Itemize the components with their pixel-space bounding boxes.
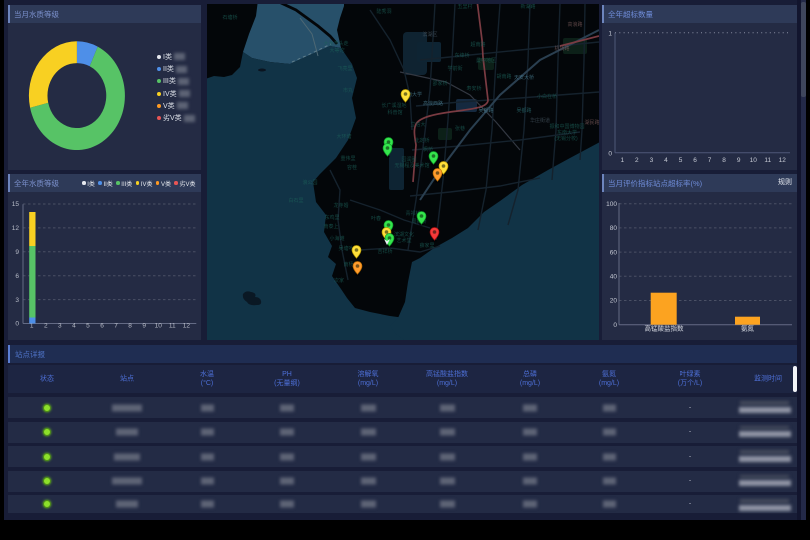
svg-text:11: 11 <box>169 323 176 330</box>
svg-text:12: 12 <box>12 225 20 232</box>
svg-text:1: 1 <box>30 323 34 330</box>
svg-text:3: 3 <box>58 323 62 330</box>
svg-text:吴都路: 吴都路 <box>516 107 531 114</box>
svg-text:艺术堂: 艺术堂 <box>396 237 411 244</box>
svg-text:20: 20 <box>610 298 618 305</box>
svg-text:7: 7 <box>114 323 118 330</box>
svg-text:2: 2 <box>635 157 639 164</box>
svg-text:天安大桥: 天安大桥 <box>514 74 534 81</box>
svg-text:10: 10 <box>750 157 758 164</box>
svg-text:胡南路: 胡南路 <box>496 73 511 80</box>
svg-text:3: 3 <box>15 297 19 304</box>
svg-text:高浪路: 高浪路 <box>567 21 582 28</box>
svg-text:5: 5 <box>679 157 683 164</box>
svg-text:0: 0 <box>613 322 617 329</box>
svg-text:80: 80 <box>610 225 618 232</box>
svg-text:薛家里: 薛家里 <box>419 242 434 249</box>
svg-text:100: 100 <box>606 201 617 208</box>
svg-text:龙寺婚: 龙寺婚 <box>333 202 348 209</box>
svg-text:华庄街道: 华庄街道 <box>530 117 550 124</box>
svg-text:东绛桥: 东绛桥 <box>454 52 469 59</box>
svg-text:吴都路: 吴都路 <box>478 107 493 114</box>
svg-text:9: 9 <box>142 323 146 330</box>
svg-text:机场路: 机场路 <box>554 45 569 52</box>
svg-text:叶春: 叶春 <box>371 215 381 222</box>
svg-text:大渔湾头走: 大渔湾头走 <box>323 40 348 47</box>
svg-text:超南路: 超南路 <box>470 41 485 48</box>
svg-text:渔港路: 渔港路 <box>299 4 314 5</box>
svg-text:东南大学: 东南大学 <box>557 129 577 136</box>
svg-text:滨湖区: 滨湖区 <box>422 31 437 38</box>
svg-text:石塘桥: 石塘桥 <box>222 14 237 21</box>
svg-text:(无锡分校): (无锡分校) <box>554 135 578 142</box>
svg-text:北定桥: 北定桥 <box>414 137 429 144</box>
svg-text:1: 1 <box>608 31 612 38</box>
svg-text:0: 0 <box>608 151 612 158</box>
svg-text:园润圈: 园润圈 <box>401 156 416 163</box>
svg-text:小海滩: 小海滩 <box>329 235 344 242</box>
svg-text:5: 5 <box>86 323 90 330</box>
svg-text:0: 0 <box>15 321 19 328</box>
svg-text:6: 6 <box>15 273 19 280</box>
svg-text:白石里: 白石里 <box>288 197 303 204</box>
svg-text:振和中国博物园: 振和中国博物园 <box>549 123 584 130</box>
svg-text:40: 40 <box>610 274 618 281</box>
svg-text:小白在桥: 小白在桥 <box>537 93 557 100</box>
svg-text:7: 7 <box>708 157 712 164</box>
svg-text:科普馆: 科普馆 <box>387 109 402 116</box>
svg-text:吉祥桥: 吉祥桥 <box>377 248 392 255</box>
svg-text:6: 6 <box>100 323 104 330</box>
svg-text:9: 9 <box>737 157 741 164</box>
svg-text:飞亮里: 飞亮里 <box>337 65 352 72</box>
svg-text:12: 12 <box>779 157 787 164</box>
svg-text:曼中地区: 曼中地区 <box>476 57 496 64</box>
svg-text:高浪西路: 高浪西路 <box>423 100 443 107</box>
svg-text:张巷: 张巷 <box>455 125 465 132</box>
svg-text:11: 11 <box>764 157 771 164</box>
svg-text:6: 6 <box>693 157 697 164</box>
svg-text:4: 4 <box>72 323 76 330</box>
svg-text:浪公园: 浪公园 <box>302 179 317 186</box>
svg-text:大环塘: 大环塘 <box>336 133 351 140</box>
svg-text:1: 1 <box>620 157 624 164</box>
svg-text:市丸: 市丸 <box>343 87 353 94</box>
svg-text:寿安桥: 寿安桥 <box>466 85 481 92</box>
svg-text:12: 12 <box>183 323 191 330</box>
svg-text:立信大: 立信大 <box>410 121 425 128</box>
svg-text:新湖路: 新湖路 <box>520 4 535 10</box>
svg-text:五里村: 五里村 <box>457 4 472 10</box>
svg-text:8: 8 <box>722 157 726 164</box>
svg-text:8: 8 <box>128 323 132 330</box>
svg-text:邵家桥: 邵家桥 <box>432 80 447 87</box>
svg-text:60: 60 <box>610 249 618 256</box>
svg-text:陆秀洞: 陆秀洞 <box>376 8 391 15</box>
svg-text:15: 15 <box>12 201 20 208</box>
svg-text:重伟里: 重伟里 <box>340 155 355 162</box>
svg-text:学前街: 学前街 <box>447 65 462 72</box>
svg-text:大等沱: 大等沱 <box>329 47 344 54</box>
svg-text:4: 4 <box>664 157 668 164</box>
svg-text:南泰上: 南泰上 <box>323 223 338 230</box>
svg-text:2: 2 <box>44 323 48 330</box>
svg-text:无锡程及美术馆: 无锡程及美术馆 <box>394 162 429 169</box>
svg-text:氨氮: 氨氮 <box>741 324 755 333</box>
svg-text:高锰酸盐指数: 高锰酸盐指数 <box>645 324 685 333</box>
svg-text:容茬: 容茬 <box>347 164 357 171</box>
svg-text:3: 3 <box>650 157 654 164</box>
svg-text:湖民路: 湖民路 <box>584 119 599 126</box>
svg-text:10: 10 <box>155 323 163 330</box>
svg-text:9: 9 <box>15 249 19 256</box>
svg-text:次家: 次家 <box>334 277 344 284</box>
svg-text:滨湖文化: 滨湖文化 <box>394 231 414 238</box>
svg-text:东鸡里: 东鸡里 <box>324 214 339 221</box>
